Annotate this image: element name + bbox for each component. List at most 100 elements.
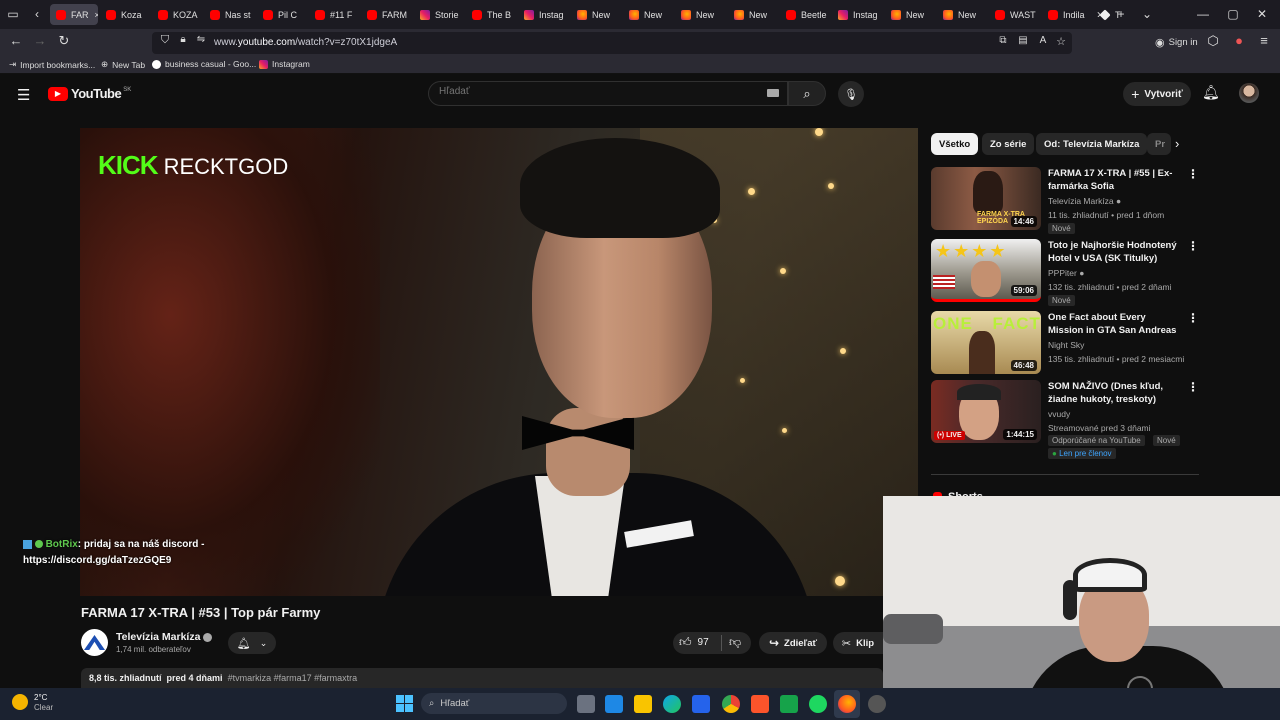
bookmark-new-tab[interactable]: ⊕ New Tab (101, 59, 145, 70)
firefox-icon[interactable] (838, 695, 856, 713)
picture-in-picture-icon[interactable]: ⧉ (994, 35, 1012, 46)
bookmark-business-casual[interactable]: business casual - Goo... (152, 59, 256, 69)
recommendation-item[interactable]: FARMA X-TRA EPIZÓDA 14:46 FARMA 17 X-TRA… (931, 167, 1201, 234)
rec-title[interactable]: FARMA 17 X-TRA | #55 | Ex-farmárka Sofia (1048, 167, 1178, 193)
spotify-icon[interactable] (809, 695, 827, 713)
guide-menu-icon[interactable]: ☰ (17, 86, 30, 104)
browser-tab[interactable]: Instag (832, 4, 883, 25)
browser-tab[interactable]: The B (466, 4, 516, 25)
close-window-icon[interactable]: ✕ (1253, 5, 1271, 23)
extension-badge-icon[interactable]: ● (1230, 33, 1248, 48)
url-text[interactable]: www.youtube.com/watch?v=z70tX1jdgeA (214, 37, 397, 48)
permissions-icon[interactable]: ⇋ (192, 34, 210, 45)
chip-from-series[interactable]: Zo série (982, 133, 1035, 155)
forward-icon[interactable]: → (31, 33, 49, 48)
rec-title[interactable]: One Fact about Every Mission in GTA San … (1048, 311, 1178, 337)
browser-tab[interactable]: Instag (518, 4, 569, 25)
chips-next-chevron-icon[interactable]: › (1175, 136, 1179, 151)
store-icon[interactable] (605, 695, 623, 713)
video-thumbnail[interactable]: (•) LIVE 1:44:15 (931, 380, 1041, 443)
browser-tab[interactable]: New (623, 4, 673, 25)
video-thumbnail[interactable]: FARMA X-TRA EPIZÓDA 14:46 (931, 167, 1041, 230)
browser-tab[interactable]: Koza (100, 4, 150, 25)
browser-tab[interactable]: Storie (414, 4, 464, 25)
start-windows-icon[interactable] (396, 695, 413, 712)
new-tab-icon[interactable]: + (1112, 5, 1130, 23)
browser-tab[interactable]: Pil C (257, 4, 307, 25)
lock-icon[interactable]: 🔒︎ (174, 34, 192, 45)
channel-name[interactable]: Televízia Markíza (116, 631, 213, 643)
keyboard-icon[interactable] (767, 89, 779, 97)
search-box[interactable] (428, 81, 788, 106)
notifications-bell-icon[interactable]: 🔔︎ (1202, 84, 1220, 101)
edge-icon[interactable] (663, 695, 681, 713)
scroll-tabs-right-icon[interactable]: › (1090, 5, 1108, 23)
dislike-button[interactable]: 👎︎ (729, 635, 741, 650)
more-options-icon[interactable]: ⋮ (1187, 311, 1199, 325)
channel-avatar[interactable] (81, 629, 108, 656)
browser-tab[interactable]: KOZA (152, 4, 202, 25)
browser-tab[interactable]: FAR × (50, 4, 98, 25)
chip-all[interactable]: Všetko (931, 133, 979, 155)
browser-tab[interactable]: New (885, 4, 935, 25)
browser-tab[interactable]: #11 F (309, 4, 359, 25)
rec-channel[interactable]: vvudy (1048, 409, 1070, 419)
avatar[interactable] (1239, 83, 1259, 103)
chrome-icon[interactable] (722, 695, 740, 713)
bookmark-instagram[interactable]: Instagram (259, 59, 310, 69)
youtube-logo[interactable]: ▶ YouTube SK (48, 86, 131, 101)
notepad-icon[interactable] (780, 695, 798, 713)
tab-list-icon[interactable]: ▭ (4, 5, 22, 23)
close-tab-icon[interactable]: × (95, 10, 98, 20)
address-bar[interactable]: ⛉ 🔒︎ ⇋ www.youtube.com/watch?v=z70tX1jdg… (152, 32, 1072, 54)
video-player[interactable]: KICK RECKTGOD (80, 128, 918, 596)
scroll-tabs-left-icon[interactable]: ‹ (28, 5, 46, 23)
menu-icon[interactable]: ≡ (1255, 33, 1273, 48)
subscribed-notifications-button[interactable]: 🔔︎ ⌄ (228, 632, 276, 654)
reload-icon[interactable]: ↻ (55, 33, 73, 49)
browser-tab[interactable]: FARM (361, 4, 412, 25)
browser-tab[interactable]: New (571, 4, 621, 25)
recommendation-item[interactable]: ★★★★ 59:06 Toto je Najhoršie Hodnotený H… (931, 239, 1201, 306)
taskbar-search[interactable]: ⌕ Hľadať (421, 693, 567, 714)
voice-search-button[interactable]: 🎙︎ (838, 81, 864, 107)
file-explorer-icon[interactable] (634, 695, 652, 713)
browser-tab[interactable]: Nas st (204, 4, 255, 25)
share-button[interactable]: ↪ Zdieľať (759, 632, 827, 654)
rec-title[interactable]: Toto je Najhoršie Hodnotený Hotel v USA … (1048, 239, 1178, 265)
tracking-shield-icon[interactable]: ⛉ (156, 34, 174, 47)
weather-widget[interactable]: 2°C Clear (34, 693, 53, 713)
rec-channel[interactable]: Night Sky (1048, 340, 1084, 350)
extensions-icon[interactable]: ⬡ (1204, 33, 1222, 49)
rec-title[interactable]: SOM NAŽIVO (Dnes kľud, žiadne hukoty, tr… (1048, 380, 1178, 406)
video-thumbnail[interactable]: ONE FACT 46:48 (931, 311, 1041, 374)
more-options-icon[interactable]: ⋮ (1187, 380, 1199, 394)
video-thumbnail[interactable]: ★★★★ 59:06 (931, 239, 1041, 302)
browser-tab[interactable]: Indila (1042, 4, 1092, 25)
translate-icon[interactable]: A (1034, 35, 1052, 46)
search-input[interactable] (439, 86, 759, 97)
photos-icon[interactable] (692, 695, 710, 713)
more-options-icon[interactable]: ⋮ (1187, 239, 1199, 253)
chip-more[interactable]: Pr (1147, 133, 1171, 155)
browser-tab[interactable]: New (728, 4, 778, 25)
search-button[interactable]: ⌕ (788, 81, 826, 106)
rec-channel[interactable]: Televízia Markíza ● (1048, 196, 1121, 206)
more-options-icon[interactable]: ⋮ (1187, 167, 1199, 181)
browser-tab[interactable]: New (675, 4, 726, 25)
brave-icon[interactable] (751, 695, 769, 713)
video-description[interactable]: 8,8 tis. zhliadnutí pred 4 dňami #tvmark… (81, 668, 883, 688)
chip-from-channel[interactable]: Od: Televízia Markíza (1036, 133, 1148, 155)
maximize-window-icon[interactable]: ▢ (1224, 5, 1242, 23)
browser-tab[interactable]: Beetle (780, 4, 830, 25)
hashtags[interactable]: #tvmarkiza #farma17 #farmaxtra (228, 673, 358, 683)
clip-button[interactable]: ✂ Klip (833, 632, 883, 654)
task-view-icon[interactable] (577, 695, 595, 713)
reader-view-icon[interactable]: ▤ (1014, 35, 1032, 46)
bookmark-import[interactable]: ⇥ Import bookmarks... (9, 59, 95, 70)
minimize-window-icon[interactable]: — (1194, 5, 1212, 23)
browser-tab[interactable]: WAST (989, 4, 1040, 25)
recommendation-item[interactable]: ONE FACT 46:48 One Fact about Every Miss… (931, 311, 1201, 377)
back-icon[interactable]: ← (7, 33, 25, 48)
bookmark-star-icon[interactable]: ☆ (1052, 35, 1070, 48)
